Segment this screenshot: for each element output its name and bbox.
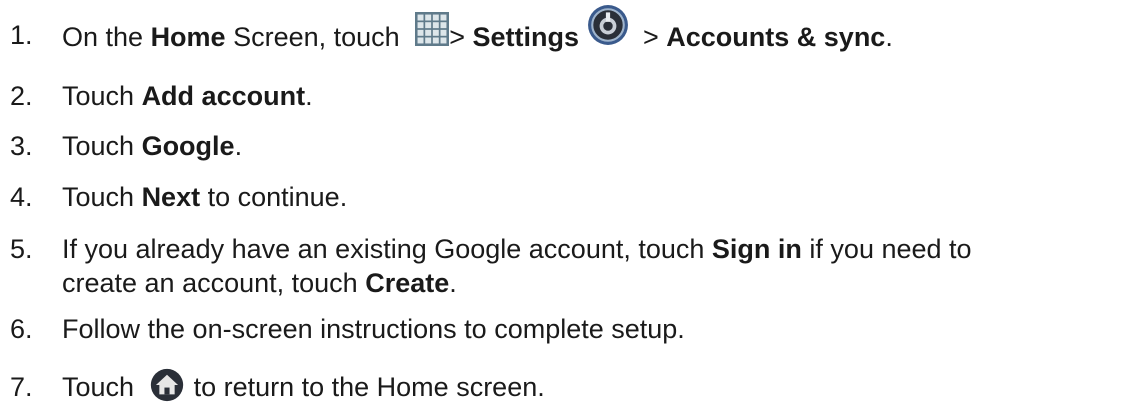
step-text-segment: On the bbox=[62, 22, 151, 53]
bold-term: Create bbox=[365, 268, 450, 298]
step-number: 4. bbox=[10, 182, 33, 212]
step-text-segment: . bbox=[885, 22, 893, 53]
step-text-segment: Follow the on-screen instructions to com… bbox=[62, 314, 685, 344]
bold-term: Accounts & sync bbox=[666, 22, 886, 53]
step-text: On the Home Screen, touch > Settings > Ac… bbox=[62, 5, 893, 60]
step-text-continuation: create an account, touch Create. bbox=[62, 266, 457, 300]
home-icon bbox=[150, 368, 184, 402]
step-text-segment: If you already have an existing Google a… bbox=[62, 234, 712, 264]
step-text-segment: Touch bbox=[62, 182, 142, 212]
step-number: 1. bbox=[10, 20, 33, 50]
step-text: Follow the on-screen instructions to com… bbox=[62, 312, 685, 346]
step-text: Touch Add account. bbox=[62, 79, 313, 113]
settings-icon bbox=[587, 4, 629, 46]
bold-term: Home bbox=[150, 22, 226, 53]
step-number: 5. bbox=[10, 234, 33, 264]
bold-term: Add account bbox=[141, 81, 306, 111]
step-text-segment: Touch bbox=[62, 131, 142, 161]
step-text: Touch Next to continue. bbox=[62, 180, 347, 214]
step-number: 3. bbox=[10, 131, 33, 161]
step-text-segment: . bbox=[234, 131, 243, 161]
step-text-segment: > bbox=[449, 22, 473, 53]
apps-grid-icon bbox=[415, 12, 450, 46]
step-text-segment: to return to the Home screen. bbox=[193, 372, 545, 402]
bold-term: Sign in bbox=[711, 234, 802, 264]
step-text-segment: Screen, touch bbox=[225, 22, 408, 53]
bold-term: Next bbox=[141, 182, 201, 212]
step-number: 7. bbox=[10, 372, 33, 402]
step-text-segment: > bbox=[642, 22, 667, 53]
step-text-segment: to continue. bbox=[200, 182, 348, 212]
step-number: 6. bbox=[10, 314, 33, 344]
step-text-segment: if you need to bbox=[801, 234, 972, 264]
step-text: Touch Google. bbox=[62, 129, 242, 163]
bold-term: Google bbox=[141, 131, 235, 161]
step-text-segment: create an account, touch bbox=[62, 268, 366, 298]
bold-term: Settings bbox=[472, 22, 579, 53]
step-text: Touch to return to the Home screen. bbox=[62, 368, 545, 406]
step-text: If you already have an existing Google a… bbox=[62, 232, 972, 266]
step-text-segment: Touch bbox=[62, 81, 142, 111]
step-text-segment: . bbox=[305, 81, 313, 111]
step-number: 2. bbox=[10, 81, 33, 111]
step-text-segment: Touch bbox=[62, 372, 142, 402]
step-text-segment: . bbox=[449, 268, 457, 298]
instruction-list: 1. On the Home Screen, touch > Settings > … bbox=[0, 0, 1144, 402]
